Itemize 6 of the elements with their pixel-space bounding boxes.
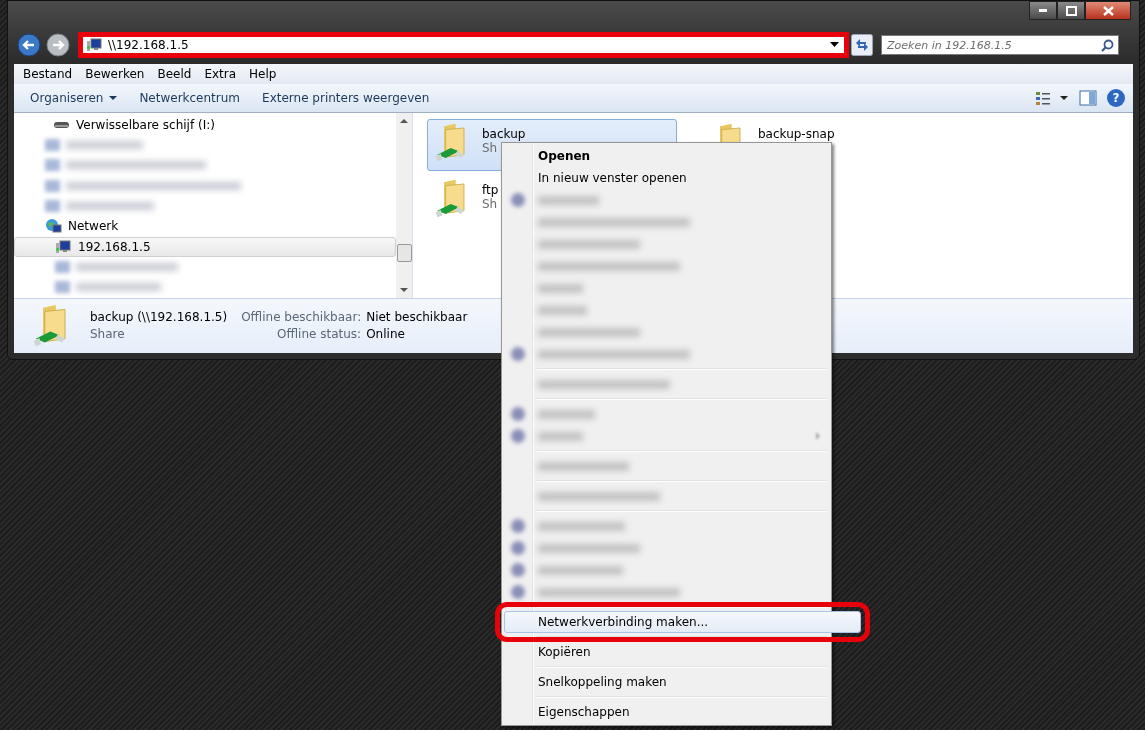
- property-label: Offline status:: [276, 327, 362, 342]
- property-label: Offline beschikbaar:: [241, 310, 362, 325]
- item-type: Share: [90, 327, 126, 342]
- property-value: Online: [366, 327, 406, 342]
- property-value: Niet beschikbaar: [366, 310, 468, 325]
- item-name: backup (\\192.168.1.5): [90, 310, 228, 325]
